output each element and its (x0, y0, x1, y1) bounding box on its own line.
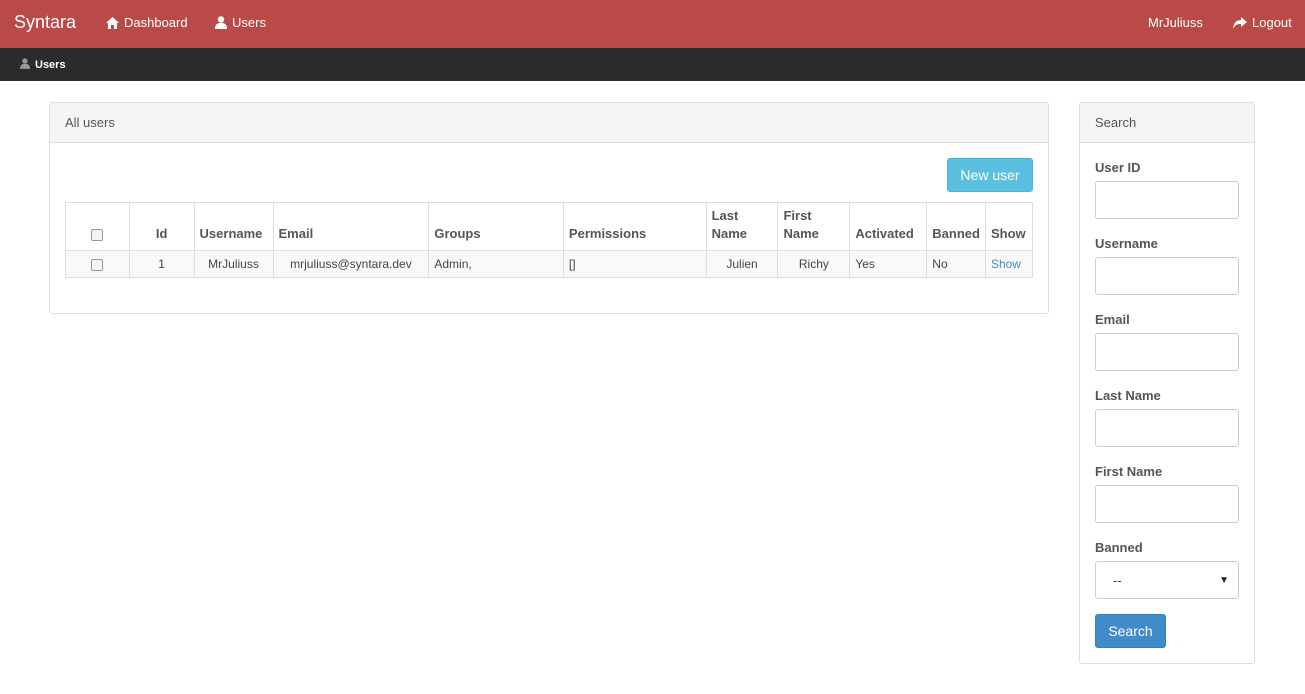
panel-title: All users (50, 103, 1048, 143)
cell-last-name: Julien (705, 250, 779, 278)
user-icon (20, 58, 30, 72)
breadcrumb[interactable]: Users (20, 58, 66, 72)
user-icon (215, 16, 227, 29)
row-select-cell (65, 250, 130, 278)
nav-current-user[interactable]: MrJuliuss (1148, 15, 1203, 30)
cell-first-name: Richy (777, 250, 851, 278)
user-id-input[interactable] (1095, 181, 1239, 219)
row-checkbox[interactable] (91, 258, 104, 271)
last-name-input[interactable] (1095, 409, 1239, 447)
table-header-row: Id Username Email Groups Permissions Las… (65, 202, 1034, 251)
username-input[interactable] (1095, 257, 1239, 295)
column-header-groups[interactable]: Groups (428, 202, 564, 251)
column-header-email[interactable]: Email (272, 202, 430, 251)
column-header-activated[interactable]: Activated (849, 202, 928, 251)
breadcrumb-bar: Users (0, 48, 1305, 81)
first-name-label: First Name (1095, 464, 1163, 479)
column-header-first-name[interactable]: First Name (777, 202, 851, 251)
nav-dashboard-label: Dashboard (124, 15, 188, 30)
column-header-banned[interactable]: Banned (926, 202, 986, 251)
breadcrumb-label: Users (35, 59, 66, 71)
last-name-label: Last Name (1095, 388, 1161, 403)
search-panel-title: Search (1080, 103, 1254, 143)
banned-select[interactable]: -- ▼ (1095, 561, 1239, 599)
cell-id: 1 (128, 250, 195, 278)
cell-show: Show (984, 250, 1034, 278)
cell-activated: Yes (849, 250, 928, 278)
top-navbar: Syntara Dashboard Users MrJuliuss Logout (0, 0, 1305, 48)
new-user-button[interactable]: New user (947, 158, 1033, 192)
select-all-header (65, 202, 130, 251)
first-name-input[interactable] (1095, 485, 1239, 523)
show-user-link[interactable]: Show (991, 257, 1021, 271)
nav-dashboard[interactable]: Dashboard (106, 15, 188, 30)
username-label: Username (1095, 236, 1158, 251)
cell-groups: Admin, (428, 250, 564, 278)
nav-logout[interactable]: Logout (1233, 15, 1292, 30)
home-icon (106, 16, 119, 29)
cell-permissions: [] (562, 250, 707, 278)
caret-down-icon: ▼ (1219, 575, 1229, 586)
search-button[interactable]: Search (1095, 614, 1166, 648)
cell-username: MrJuliuss (193, 250, 274, 278)
users-table: Id Username Email Groups Permissions Las… (65, 202, 1034, 278)
select-all-checkbox[interactable] (91, 228, 104, 241)
column-header-id[interactable]: Id (128, 202, 195, 251)
nav-users[interactable]: Users (215, 15, 266, 30)
banned-select-value: -- (1113, 573, 1122, 588)
column-header-permissions[interactable]: Permissions (562, 202, 707, 251)
cell-email: mrjuliuss@syntara.dev (272, 250, 430, 278)
column-header-username[interactable]: Username (193, 202, 274, 251)
column-header-last-name[interactable]: Last Name (705, 202, 779, 251)
share-icon (1233, 16, 1247, 29)
table-row: 1 MrJuliuss mrjuliuss@syntara.dev Admin,… (65, 250, 1034, 278)
nav-users-label: Users (232, 15, 266, 30)
brand-logo[interactable]: Syntara (14, 12, 76, 33)
user-id-label: User ID (1095, 160, 1141, 175)
search-panel: Search User ID Username Email Last Name … (1079, 102, 1255, 664)
banned-label: Banned (1095, 540, 1143, 555)
column-header-show: Show (984, 202, 1034, 251)
current-user-label: MrJuliuss (1148, 15, 1203, 30)
logout-label: Logout (1252, 15, 1292, 30)
email-label: Email (1095, 312, 1130, 327)
email-input[interactable] (1095, 333, 1239, 371)
cell-banned: No (926, 250, 986, 278)
all-users-panel: All users New user Id Username Email Gro… (49, 102, 1049, 314)
